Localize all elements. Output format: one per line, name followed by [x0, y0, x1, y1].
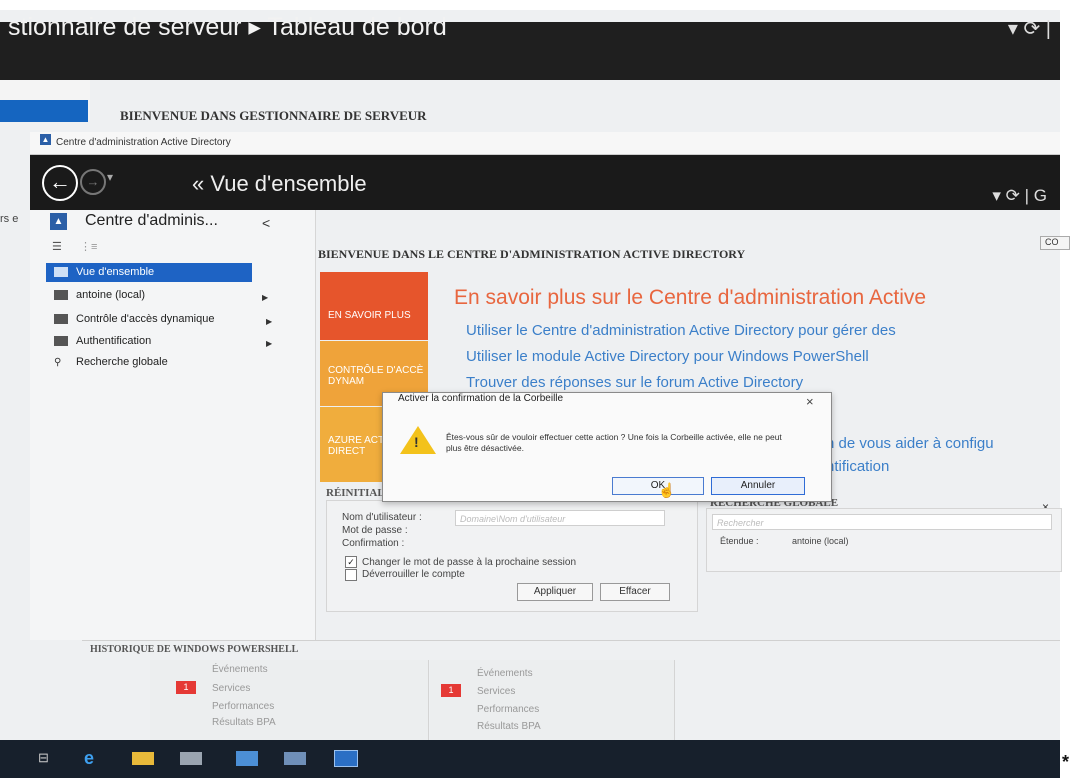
folder-icon — [54, 314, 68, 324]
domain-icon — [54, 290, 68, 300]
bpa-results-item[interactable]: Résultats BPA — [212, 717, 276, 728]
status-panel-1 — [150, 660, 429, 740]
nav-item-global-search[interactable]: ⚲ Recherche globale — [46, 353, 261, 372]
explorer-icon[interactable] — [236, 751, 258, 766]
expand-arrow-icon[interactable]: ▶ — [266, 339, 272, 348]
events-item[interactable]: Événements — [212, 664, 268, 675]
server-manager-welcome: BIENVENUE DANS GESTIONNAIRE DE SERVEUR — [120, 108, 427, 123]
learn-link-authentication[interactable]: ntification — [826, 458, 889, 475]
adac-nav-icon: ▲ — [50, 213, 67, 230]
dialog-close-icon[interactable]: × — [806, 394, 814, 409]
nav-item-label: antoine (local) — [76, 289, 146, 301]
left-fragment-text: rs e — [0, 213, 19, 225]
refresh-icon[interactable]: ▾ ⟳ | — [1008, 16, 1051, 41]
adac-refresh-icon[interactable]: ▾ ⟳ | G — [992, 186, 1047, 206]
taskbar — [0, 740, 1060, 778]
breadcrumb-overview[interactable]: « Vue d'ensemble — [192, 171, 367, 197]
unlock-account-label: Déverrouiller le compte — [362, 569, 465, 580]
top-right-button[interactable]: CO — [1040, 236, 1070, 250]
dialog-title: Activer la confirmation de la Corbeille — [398, 393, 564, 404]
powershell-history-title: HISTORIQUE DE WINDOWS POWERSHELL — [90, 644, 299, 655]
change-password-label: Changer le mot de passe à la prochaine s… — [362, 557, 577, 568]
username-input[interactable]: Domaine\Nom d'utilisateur — [455, 510, 665, 526]
dialog-message: Êtes-vous sûr de vouloir effectuer cette… — [446, 432, 782, 453]
alert-badge: 1 — [441, 684, 461, 697]
overview-icon — [54, 267, 68, 277]
nav-title: Centre d'adminis... — [85, 212, 218, 229]
nav-item-label: Recherche globale — [76, 356, 168, 368]
folder-icon — [54, 336, 68, 346]
nav-item-dynamic-access-control[interactable]: Contrôle d'accès dynamique — [46, 310, 261, 329]
ie-icon[interactable]: e — [84, 749, 106, 767]
tile-learn-more[interactable]: EN SAVOIR PLUS — [320, 272, 428, 340]
clear-button[interactable]: Effacer — [600, 583, 670, 601]
tree-view-icon[interactable]: ⋮≡ — [80, 240, 97, 253]
forward-arrow-icon[interactable]: → — [80, 169, 106, 195]
nav-item-overview[interactable]: Vue d'ensemble — [46, 263, 252, 282]
nav-item-authentication[interactable]: Authentification — [46, 332, 261, 351]
change-password-checkbox[interactable]: ✓ — [345, 556, 357, 568]
adac-icon[interactable] — [334, 750, 358, 767]
collapse-nav-button[interactable]: < — [262, 215, 270, 231]
events-item[interactable]: Événements — [477, 668, 533, 679]
status-panel-2 — [430, 660, 675, 740]
nav-item-label: Authentification — [76, 335, 152, 347]
main-title: BIENVENUE DANS LE CENTRE D'ADMINISTRATIO… — [318, 247, 746, 261]
mouse-cursor-icon: ☝ — [658, 482, 676, 498]
nav-item-label: Vue d'ensemble — [76, 266, 155, 278]
learn-link-configure[interactable]: n de vous aider à configu — [826, 435, 994, 452]
server-manager-title: stionnaire de serveur ▸ Tableau de bord — [8, 13, 447, 41]
search-icon: ⚲ — [54, 357, 62, 368]
adac-window-title: Centre d'administration Active Directory — [56, 137, 231, 148]
services-item[interactable]: Services — [477, 686, 515, 697]
services-item[interactable]: Services — [212, 683, 250, 694]
learn-link-forum[interactable]: Trouver des réponses sur le forum Active… — [466, 374, 803, 391]
adac-app-icon: ▲ — [40, 134, 51, 145]
history-dropdown-icon[interactable]: ▾ — [107, 170, 113, 184]
username-label: Nom d'utilisateur : — [342, 512, 422, 523]
warning-exclamation-icon: ! — [414, 434, 419, 450]
nav-item-antoine-local[interactable]: antoine (local) — [46, 286, 261, 305]
scope-value[interactable]: antoine (local) — [792, 536, 849, 546]
unlock-account-checkbox[interactable] — [345, 569, 357, 581]
list-view-icon[interactable]: ☰ — [52, 240, 62, 253]
cancel-button[interactable]: Annuler — [711, 477, 805, 495]
apply-button[interactable]: Appliquer — [517, 583, 593, 601]
adac-header — [30, 155, 1060, 210]
task-view-icon[interactable]: ⊟ — [38, 750, 60, 766]
confirm-label: Confirmation : — [342, 538, 405, 549]
folder-icon[interactable] — [132, 752, 154, 765]
performance-item[interactable]: Performances — [212, 701, 274, 712]
learn-link-manage[interactable]: Utiliser le Centre d'administration Acti… — [466, 322, 896, 339]
corner-mark: * — [1062, 752, 1070, 772]
server-manager-icon[interactable] — [180, 752, 202, 765]
learn-more-title: En savoir plus sur le Centre d'administr… — [454, 286, 927, 309]
performance-item[interactable]: Performances — [477, 704, 539, 715]
password-label: Mot de passe : — [342, 525, 408, 536]
alert-badge: 1 — [176, 681, 196, 694]
bpa-results-item[interactable]: Résultats BPA — [477, 721, 541, 732]
server-manager-nav-selected[interactable] — [0, 100, 88, 122]
expand-arrow-icon[interactable]: ▶ — [266, 317, 272, 326]
network-icon[interactable] — [284, 752, 306, 765]
nav-item-label: Contrôle d'accès dynamique — [76, 313, 215, 325]
scope-label: Étendue : — [720, 536, 759, 546]
learn-link-powershell[interactable]: Utiliser le module Active Directory pour… — [466, 348, 869, 365]
expand-arrow-icon[interactable]: ▶ — [262, 293, 268, 302]
back-arrow-icon[interactable]: ← — [42, 165, 78, 201]
global-search-input[interactable]: Rechercher — [712, 514, 1052, 530]
